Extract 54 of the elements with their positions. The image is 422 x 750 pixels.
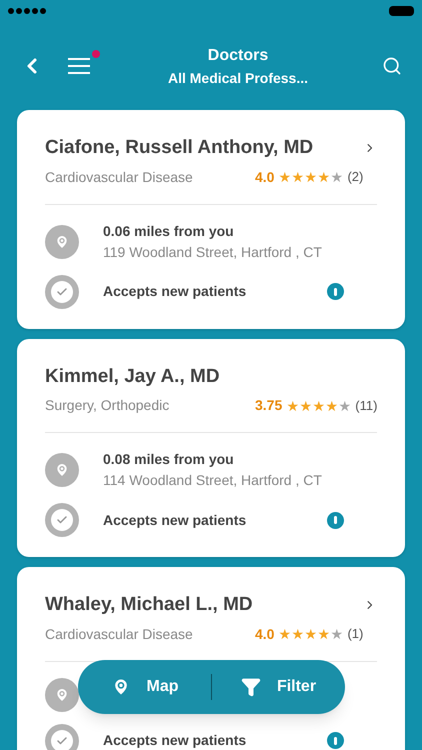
filter-button[interactable]: Filter [212, 675, 345, 699]
star-icon: ★ [304, 170, 318, 184]
search-button[interactable] [382, 56, 402, 76]
specialty: Surgery, Orthopedic [45, 396, 170, 415]
specialty: Cardiovascular Disease [45, 168, 194, 186]
check-icon [45, 503, 79, 537]
specialty: Cardiovascular Disease [45, 624, 194, 644]
doctor-name: Whaley, Michael L., MD [45, 593, 254, 617]
distance: 0.06 miles from you [103, 222, 235, 241]
star-icon: ★ [317, 170, 330, 184]
review-count: (11) [355, 396, 378, 415]
star-icon: ★ [330, 170, 344, 184]
star-icon: ★ [291, 627, 304, 641]
star-icon: ★ [278, 170, 292, 184]
check-icon [45, 724, 79, 750]
pin-icon [45, 453, 79, 487]
star-icon: ★ [291, 170, 304, 184]
star-icon: ★ [312, 398, 326, 412]
info-icon[interactable] [327, 283, 344, 300]
check-icon [45, 274, 79, 308]
map-button[interactable]: Map [78, 675, 211, 699]
page-subtitle[interactable]: All Medical Profess... [168, 68, 308, 88]
accepts-patients: Accepts new patients [103, 510, 248, 530]
address: 114 Woodland Street, Hartford , CT [103, 471, 322, 490]
star-icon: ★ [299, 398, 312, 412]
rating: 3.75 [255, 396, 282, 415]
doctor-card[interactable]: Kimmel, Jay A., MD Surgery, Orthopedic 3.75 ★★★★★ (11) 0.08 miles from you 114 Woodland Street, Hartford , CT Accepts new patients [17, 338, 405, 557]
distance: 0.08 miles from you [103, 450, 235, 469]
star-icon: ★ [278, 627, 292, 641]
funnel-icon [240, 677, 261, 697]
doctor-name: Ciafone, Russell Anthony, MD [45, 136, 314, 160]
star-icon: ★ [330, 627, 344, 641]
star-icon: ★ [338, 398, 352, 412]
pin-icon [45, 678, 79, 712]
rating: 4.0 [255, 624, 274, 644]
star-icon: ★ [286, 398, 300, 412]
doctor-name: Kimmel, Jay A., MD [45, 364, 221, 388]
rating: 4.0 [255, 168, 274, 186]
accepts-patients: Accepts new patients [103, 731, 248, 750]
doctor-card[interactable]: Ciafone, Russell Anthony, MD Cardiovascular Disease 4.0 ★★★★★ (2) 0.06 miles from you 119 Woodland Street, Hartford , CT Accepts new patients [17, 110, 405, 328]
search-icon [382, 56, 402, 76]
accepts-patients: Accepts new patients [103, 282, 248, 301]
review-count: (1) [347, 625, 364, 644]
page-title: Doctors [208, 46, 268, 66]
signal-icon [8, 8, 46, 14]
battery-icon [389, 6, 414, 16]
star-icon: ★ [304, 627, 318, 641]
pin-icon [45, 224, 79, 258]
info-icon[interactable] [327, 512, 344, 528]
star-icon: ★ [325, 398, 338, 412]
review-count: (2) [347, 168, 364, 186]
star-icon: ★ [317, 627, 330, 641]
address: 119 Woodland Street, Hartford , CT [103, 242, 322, 262]
info-icon[interactable] [327, 732, 344, 749]
